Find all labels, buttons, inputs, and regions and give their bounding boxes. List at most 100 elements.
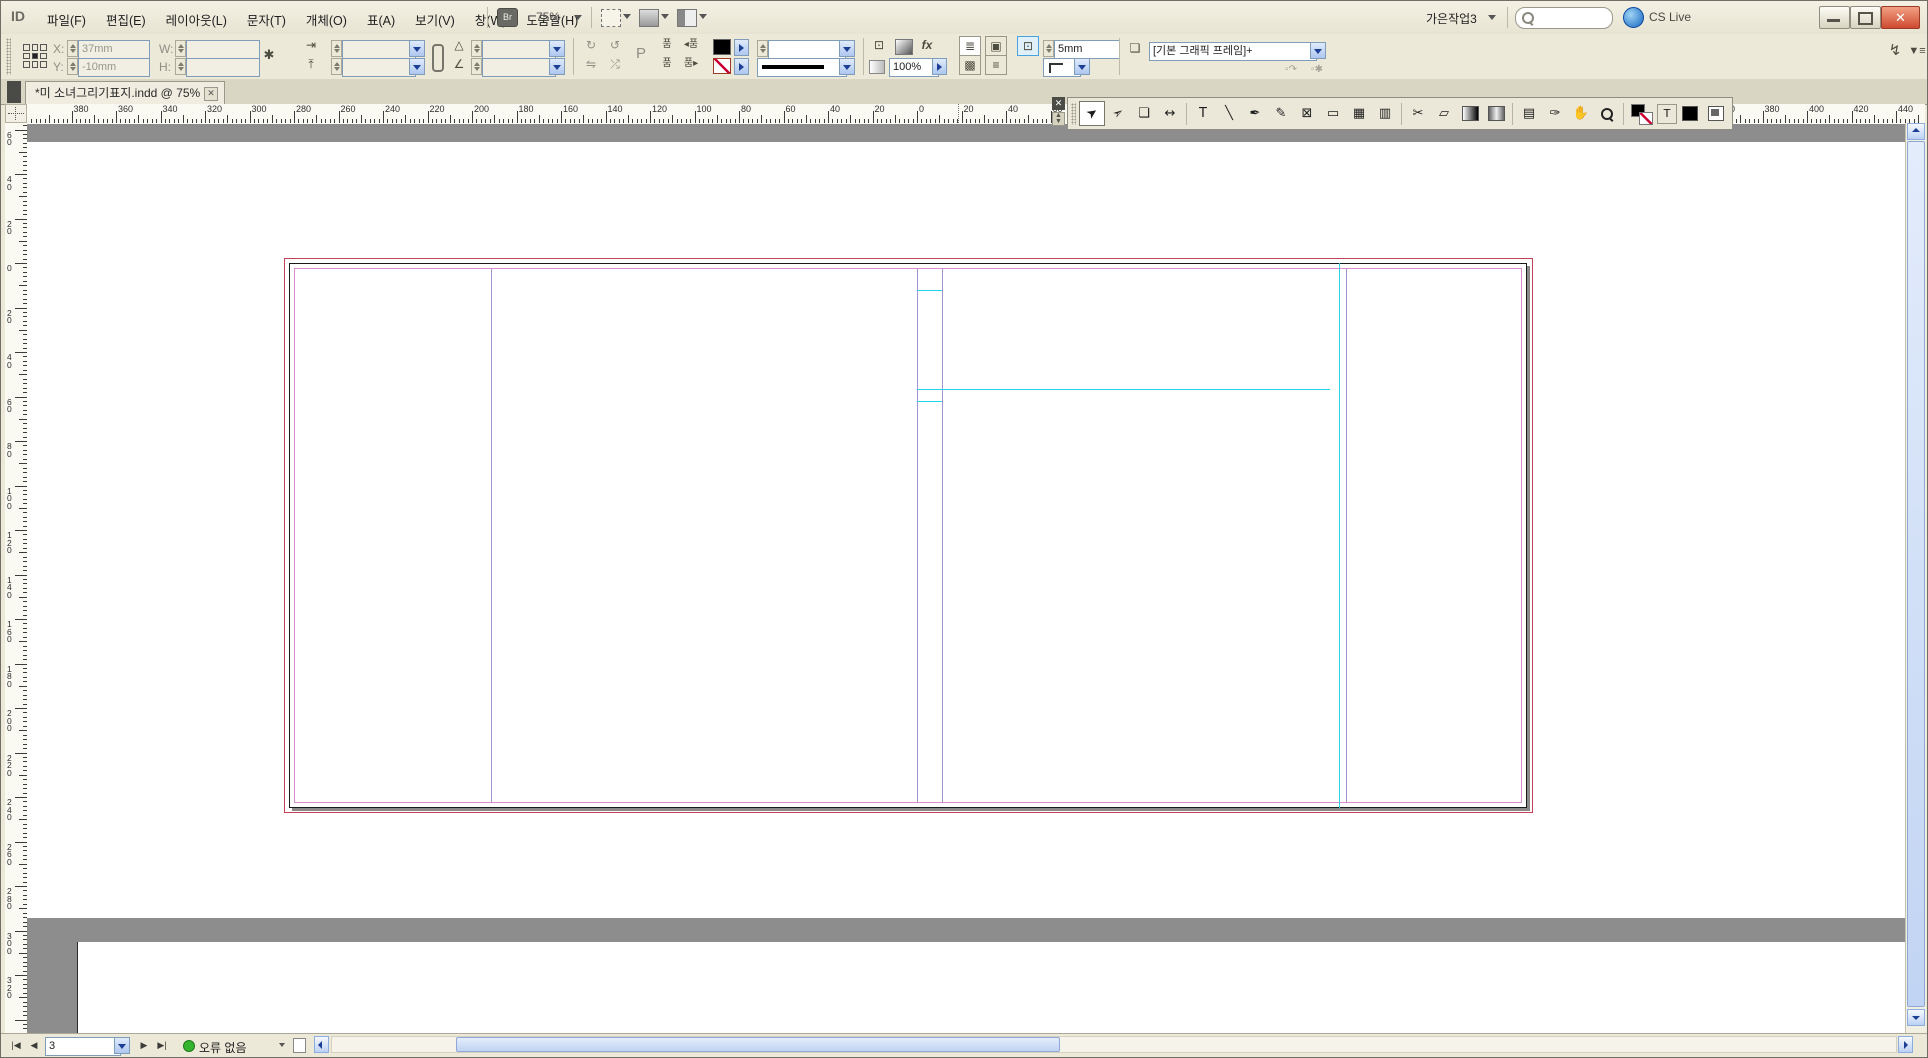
tint-stepper[interactable]	[757, 40, 768, 57]
free-transform-tool[interactable]: ▱	[1431, 101, 1457, 126]
formatting-affects-text-toggle[interactable]: T	[1657, 104, 1677, 124]
menu-item-6[interactable]: 보기(V)	[405, 1, 465, 34]
ruler-guide-horizontal[interactable]	[917, 401, 942, 402]
screen-mode-icon[interactable]	[639, 9, 659, 27]
gradient-swatch-tool[interactable]	[1457, 101, 1483, 126]
previous-page-button[interactable]: ◀	[27, 1037, 41, 1053]
scale-y-dropdown[interactable]	[409, 58, 425, 75]
flip-vertical-icon[interactable]: ⤒	[301, 55, 321, 73]
clear-overrides-icon[interactable]: ▫↷	[1281, 61, 1301, 79]
gradient-icon[interactable]	[895, 39, 913, 55]
flip-h-icon[interactable]: ⇋	[581, 55, 601, 73]
shear-stepper[interactable]	[471, 40, 482, 57]
line-tool[interactable]: ╲	[1216, 101, 1242, 126]
corner-shape-dropdown[interactable]	[1074, 58, 1090, 75]
shear-field[interactable]	[482, 40, 556, 59]
scale-x-field[interactable]	[342, 40, 416, 59]
arrange-documents-icon[interactable]	[677, 9, 697, 27]
wrap-object-shape-icon[interactable]: ▩	[959, 55, 981, 75]
menu-item-0[interactable]: 파일(F)	[37, 1, 96, 34]
direct-selection-tool[interactable]: ➣	[1105, 101, 1131, 126]
stroke-proxy-swatch[interactable]	[1639, 112, 1653, 125]
menu-item-1[interactable]: 편집(E)	[96, 1, 156, 34]
wrap-bounding-box-icon[interactable]: ▣	[985, 36, 1007, 56]
rotate-cw-icon[interactable]: ↻	[581, 36, 601, 54]
y-field[interactable]: -10mm	[78, 58, 150, 77]
x-field[interactable]: 37mm	[78, 40, 150, 59]
ruler-guide-vertical[interactable]	[1339, 263, 1340, 808]
rotate-dropdown[interactable]	[549, 58, 565, 75]
search-input[interactable]	[1515, 7, 1613, 29]
no-text-wrap-icon[interactable]: ≣	[959, 36, 981, 56]
flip-v-icon[interactable]: ⤮	[605, 55, 625, 73]
vertical-scrollbar[interactable]	[1905, 123, 1926, 1033]
workspace-switcher[interactable]: 가은작업3	[1426, 10, 1477, 27]
x-stepper[interactable]	[67, 40, 78, 57]
screen-mode-chevron-icon[interactable]	[661, 14, 669, 19]
effects-icon[interactable]: fx	[917, 36, 937, 54]
selection-tool[interactable]: ➤	[1079, 101, 1105, 126]
restore-button[interactable]	[1850, 6, 1881, 29]
bridge-button[interactable]: Br	[497, 8, 518, 27]
apply-color-button[interactable]	[1677, 101, 1703, 126]
page-number-dropdown[interactable]	[114, 1037, 130, 1054]
scissors-tool[interactable]: ✂	[1405, 101, 1431, 126]
scroll-up-button[interactable]	[1907, 123, 1925, 140]
screen-mode-button[interactable]	[1703, 101, 1729, 126]
y-stepper[interactable]	[67, 58, 78, 75]
break-link-style-icon[interactable]: ▫✱	[1307, 61, 1327, 79]
vertical-ruler[interactable]: 6 04 02 002 04 06 08 01 0 01 2 01 4 01 6…	[5, 123, 28, 1033]
pencil-tool[interactable]: ✎	[1268, 101, 1294, 126]
menu-item-3[interactable]: 문자(T)	[237, 1, 296, 34]
frame-tool[interactable]: ⊠	[1294, 101, 1320, 126]
tint-field[interactable]	[768, 40, 846, 59]
pen-tool[interactable]: ✒	[1242, 101, 1268, 126]
menu-item-2[interactable]: 레이아웃(L)	[156, 1, 237, 34]
scale-y-stepper[interactable]	[331, 58, 342, 75]
page-number-field[interactable]: 3	[45, 1037, 121, 1056]
panel-grip[interactable]	[6, 38, 11, 75]
preflight-panel-icon[interactable]	[293, 1038, 306, 1053]
ruler-guide-horizontal[interactable]	[917, 290, 942, 291]
jump-object-icon[interactable]: ≡	[985, 55, 1007, 75]
h-stepper[interactable]	[175, 58, 186, 75]
fill-color-flyout-button[interactable]	[734, 39, 749, 56]
vertical-scroll-thumb[interactable]	[1907, 141, 1925, 1007]
tools-panel-close-icon[interactable]: ✕	[1052, 97, 1065, 110]
stroke-weight-dropdown[interactable]	[839, 58, 855, 75]
note-tool[interactable]: ▤	[1516, 101, 1542, 126]
tools-panel-grip[interactable]	[1071, 103, 1076, 125]
tint-dropdown[interactable]	[839, 40, 855, 57]
ruler-origin-corner[interactable]	[5, 104, 27, 123]
cs-live-button[interactable]: CS Live	[1649, 10, 1691, 24]
first-page-button[interactable]: |◀	[9, 1037, 23, 1053]
gradient-feather-tool[interactable]	[1483, 101, 1509, 126]
ruler-guide-horizontal[interactable]	[917, 389, 1330, 390]
next-page-button[interactable]: ▶	[137, 1037, 151, 1053]
type-tool[interactable]: T	[1190, 101, 1216, 126]
opacity-flyout-button[interactable]	[932, 58, 947, 75]
document-canvas[interactable]	[27, 123, 1905, 1033]
eyedropper-tool[interactable]: ✑	[1542, 101, 1568, 126]
zoom-level-dropdown[interactable]: 75%	[536, 10, 560, 24]
menu-item-5[interactable]: 표(A)	[357, 1, 405, 34]
scroll-down-button[interactable]	[1907, 1009, 1925, 1026]
stroke-color-flyout-button[interactable]	[734, 58, 749, 75]
rectangle-tool[interactable]: ▭	[1320, 101, 1346, 126]
scale-y-field[interactable]	[342, 58, 416, 77]
quick-apply-icon[interactable]: ↯	[1885, 42, 1905, 60]
arrange-documents-chevron-icon[interactable]	[699, 14, 707, 19]
document-tab[interactable]: *미 소녀그리기표지.indd @ 75% ✕	[25, 81, 225, 104]
shear-dropdown[interactable]	[549, 40, 565, 57]
tools-panel-collapse-icon[interactable]: ▲▼	[1052, 112, 1065, 126]
reference-point-proxy[interactable]	[23, 44, 47, 68]
rotate-ccw-icon[interactable]: ↺	[605, 36, 625, 54]
select-content-icon[interactable]: 품	[657, 55, 677, 73]
h-field[interactable]	[186, 58, 260, 77]
rotate-field[interactable]	[482, 58, 556, 77]
scale-x-dropdown[interactable]	[409, 40, 425, 57]
stroke-color-swatch[interactable]	[713, 58, 731, 74]
select-next-icon[interactable]: 품▸	[681, 55, 701, 73]
horizontal-grid-tool[interactable]: ▦	[1346, 101, 1372, 126]
fill-color-swatch[interactable]	[713, 39, 731, 55]
